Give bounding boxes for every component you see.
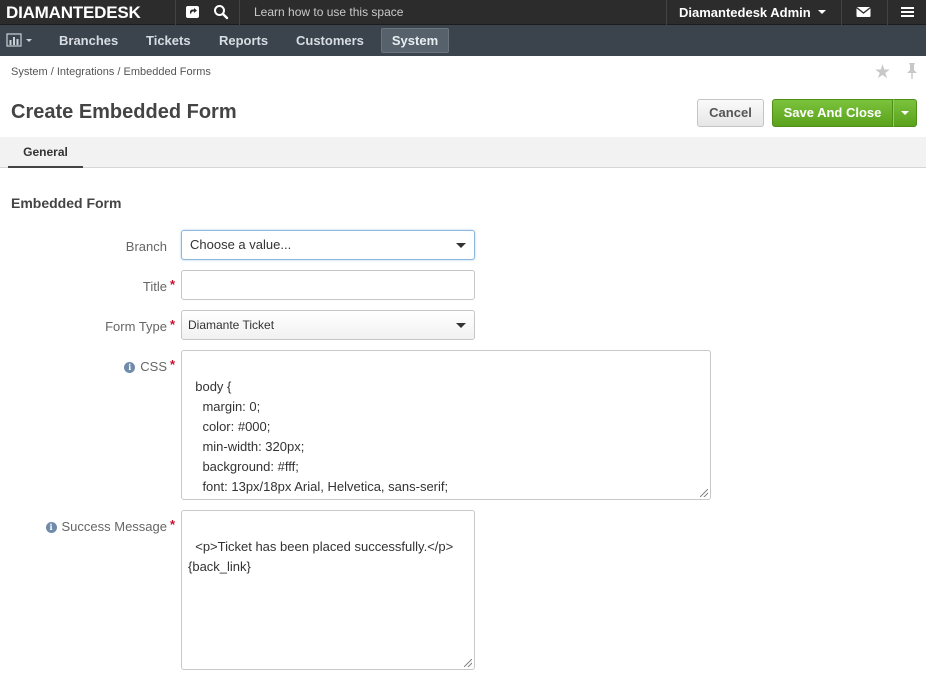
required-marker: * bbox=[169, 357, 175, 372]
cancel-button[interactable]: Cancel bbox=[697, 99, 764, 127]
chevron-down-icon[interactable] bbox=[818, 10, 826, 14]
dashboard-icon[interactable] bbox=[6, 33, 34, 49]
divider bbox=[666, 0, 667, 25]
chevron-down-icon bbox=[456, 323, 466, 328]
info-icon[interactable]: i bbox=[45, 522, 57, 533]
chevron-down-icon bbox=[456, 243, 466, 248]
required-marker: * bbox=[169, 517, 175, 532]
success-message-label: i Success Message * bbox=[45, 517, 175, 534]
save-options-dropdown-button[interactable] bbox=[893, 99, 917, 127]
user-menu[interactable]: Diamantedesk Admin bbox=[679, 5, 811, 20]
branch-label-text: Branch bbox=[125, 239, 167, 254]
required-marker: * bbox=[169, 277, 175, 292]
form-type-label: Form Type * bbox=[105, 317, 175, 334]
star-icon[interactable]: ★ bbox=[874, 61, 891, 84]
title-label: Title * bbox=[142, 277, 175, 294]
branch-value: Choose a value... bbox=[190, 237, 292, 252]
resize-handle[interactable] bbox=[700, 489, 708, 497]
top-bar: DIAMANTEDESK Learn how to use this space… bbox=[0, 0, 926, 25]
breadcrumb[interactable]: System / Integrations / Embedded Forms bbox=[11, 66, 211, 78]
nav-item-customers[interactable]: Customers bbox=[296, 33, 364, 48]
form-type-label-text: Form Type bbox=[105, 319, 167, 334]
css-label-text: CSS bbox=[140, 359, 167, 374]
info-icon[interactable]: i bbox=[124, 362, 136, 373]
form-type-value: Diamante Ticket bbox=[188, 318, 275, 332]
mail-icon[interactable] bbox=[856, 4, 871, 20]
page-title: Create Embedded Form bbox=[11, 101, 237, 123]
divider bbox=[841, 0, 842, 25]
nav-item-reports[interactable]: Reports bbox=[219, 33, 268, 48]
divider bbox=[239, 0, 240, 25]
main-nav: Branches Tickets Reports Customers Syste… bbox=[0, 25, 926, 56]
save-and-close-button[interactable]: Save And Close bbox=[772, 99, 893, 127]
app-logo[interactable]: DIAMANTEDESK bbox=[6, 3, 141, 23]
css-label: i CSS * bbox=[124, 357, 175, 374]
nav-item-label: System bbox=[391, 33, 439, 48]
help-link[interactable]: Learn how to use this space bbox=[254, 5, 403, 19]
success-message-label-text: Success Message bbox=[61, 519, 168, 534]
menu-icon[interactable] bbox=[901, 4, 914, 20]
divider bbox=[175, 0, 176, 25]
css-textarea-value: body { margin: 0; color: #000; min-width… bbox=[195, 379, 449, 494]
nav-item-branches[interactable]: Branches bbox=[59, 33, 118, 48]
search-icon[interactable] bbox=[213, 4, 229, 20]
resize-handle[interactable] bbox=[464, 659, 472, 667]
share-icon[interactable] bbox=[185, 4, 201, 20]
branch-label: Branch bbox=[126, 239, 167, 254]
success-message-value: <p>Ticket has been placed successfully.<… bbox=[188, 539, 454, 574]
section-title: Embedded Form bbox=[11, 195, 122, 211]
pin-icon[interactable] bbox=[905, 62, 919, 80]
success-message-textarea[interactable]: <p>Ticket has been placed successfully.<… bbox=[181, 510, 475, 670]
nav-item-tickets[interactable]: Tickets bbox=[146, 33, 191, 48]
required-marker: * bbox=[169, 317, 175, 332]
tab-general[interactable]: General bbox=[8, 137, 83, 168]
nav-item-system[interactable]: System bbox=[381, 28, 449, 53]
title-label-text: Title bbox=[142, 279, 167, 294]
css-textarea[interactable]: body { margin: 0; color: #000; min-width… bbox=[181, 350, 711, 500]
tab-label: General bbox=[23, 145, 68, 159]
branch-select[interactable]: Choose a value... bbox=[181, 230, 475, 260]
title-input[interactable] bbox=[181, 270, 475, 300]
tab-bar bbox=[0, 137, 926, 168]
divider bbox=[887, 0, 888, 25]
form-type-select[interactable]: Diamante Ticket bbox=[181, 310, 475, 340]
